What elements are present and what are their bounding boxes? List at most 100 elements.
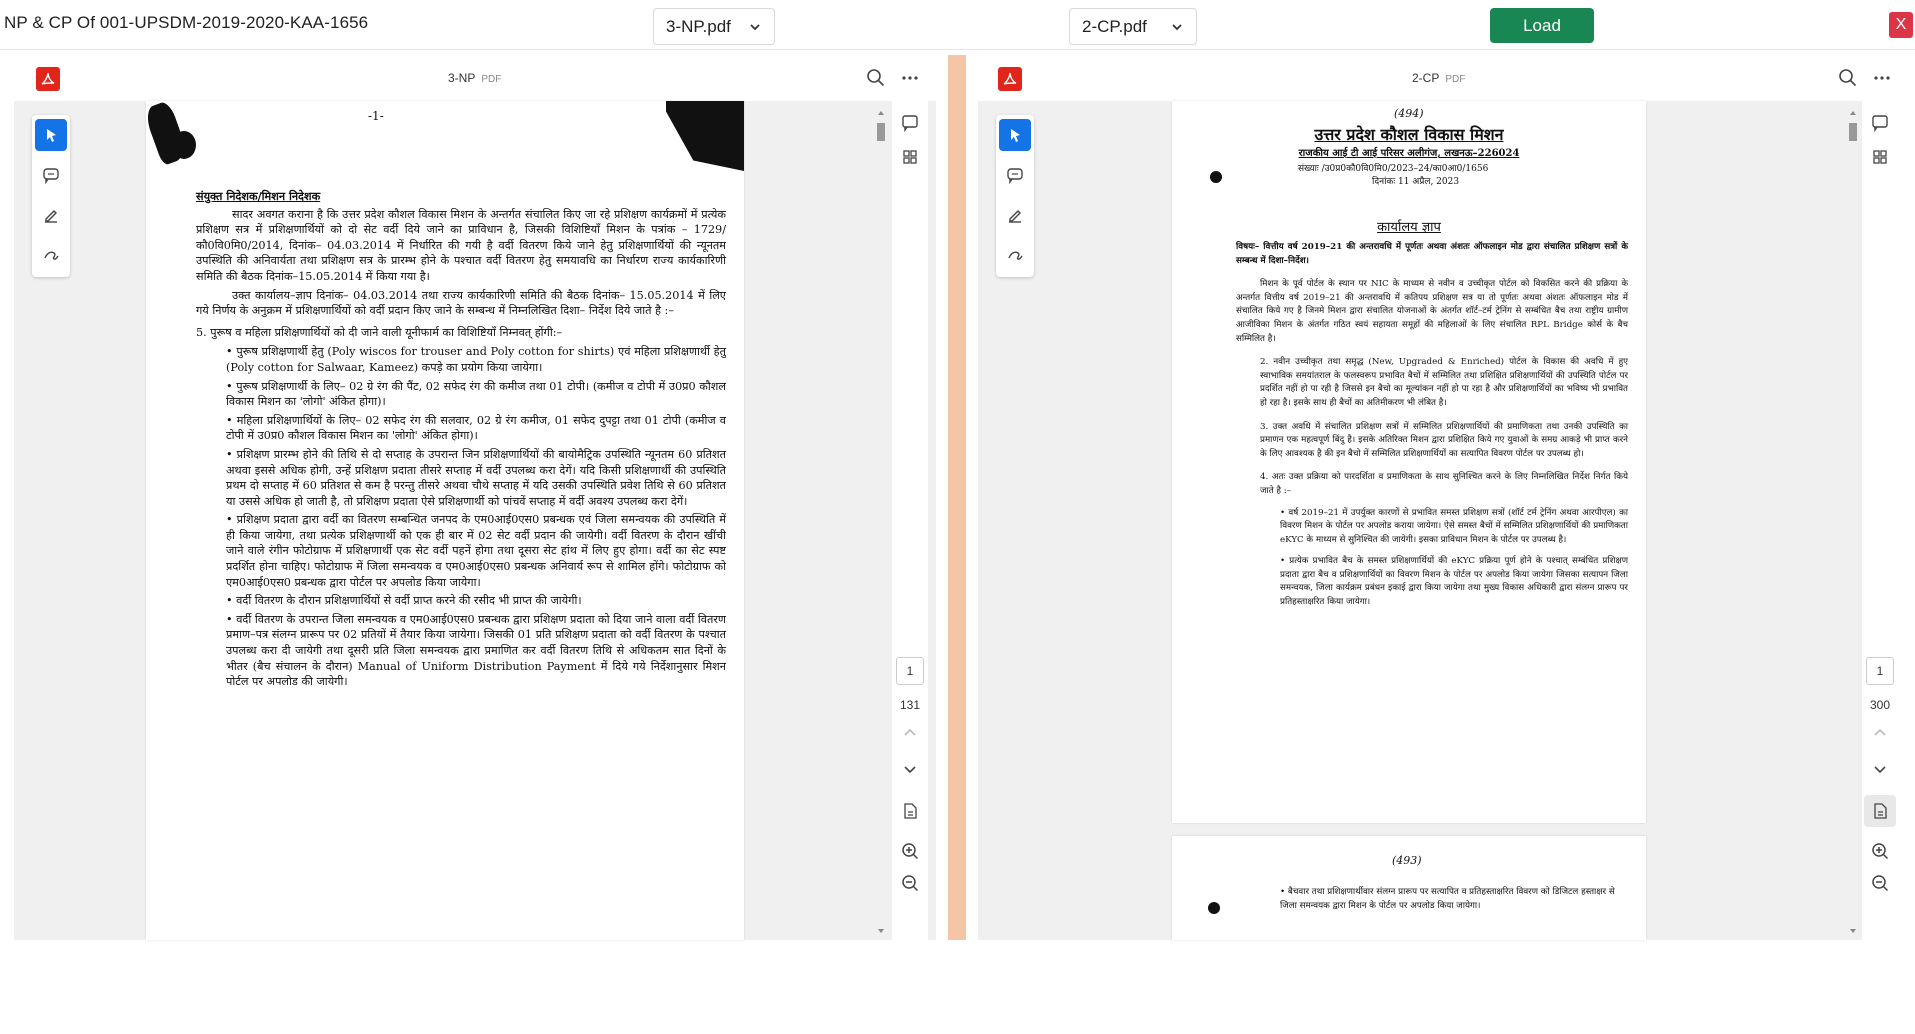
comment-panel-icon[interactable] [900, 113, 920, 133]
list-item: • प्रशिक्षण प्रारम्भ होने की तिथि से दो … [226, 447, 726, 508]
zoom-out-icon[interactable] [1870, 873, 1890, 893]
paragraph: 4. अतः उक्त प्रक्रिया को पारदर्शिता व प्… [1260, 472, 1628, 496]
list-item: • प्रत्येक प्रभावित बैच के समस्त प्रशिक्… [1280, 556, 1628, 608]
load-button[interactable]: Load [1490, 8, 1594, 43]
paragraph: उक्त कार्यालय–ज्ञाप दिनांक– 04.03.2014 त… [196, 288, 726, 318]
scroll-thumb[interactable] [1849, 123, 1857, 141]
search-icon[interactable] [1838, 68, 1858, 88]
draw-tool-button[interactable] [999, 239, 1031, 271]
left-viewer-area: -1- संयुक्त निदेशक/मिशन निदेशक सादर अवगत… [14, 101, 936, 940]
comment-tool-button[interactable] [35, 159, 67, 191]
comment-tool-button[interactable] [999, 159, 1031, 191]
comment-panel-icon[interactable] [1870, 113, 1890, 133]
right-pdf-toolbar: 2-CP PDF [978, 55, 1898, 101]
select-tool-button[interactable] [35, 119, 67, 151]
scan-corner-shadow [666, 101, 744, 171]
comment-icon [1007, 168, 1023, 184]
list-item: • बैचवार तथा प्रशिक्षणार्थीवार संलग्न प्… [1280, 887, 1615, 911]
select-tool-icon [1011, 129, 1020, 142]
scan-artifact [1210, 171, 1222, 183]
chevron-down-icon[interactable] [1870, 759, 1890, 779]
right-pdf-pane: 2-CP PDF (494) उत्तर प्रदेश कौशल विकास मि… [978, 55, 1898, 940]
list-item: • पुरूष प्रशिक्षणार्थी हेतु (Poly wiscos… [226, 345, 726, 374]
bullet-list: • पुरूष प्रशिक्षणार्थी हेतु (Poly wiscos… [196, 344, 726, 689]
left-doc-title: 3-NP [448, 71, 476, 85]
page-fit-icon[interactable] [900, 801, 920, 821]
draw-icon [44, 251, 59, 260]
paragraph: 2. नवीन उच्चीकृत तथा समृद्ध (New, Upgrad… [1260, 357, 1628, 408]
chevron-down-icon[interactable] [900, 759, 920, 779]
more-icon[interactable] [1872, 68, 1892, 88]
right-doc-ext: PDF [1445, 74, 1466, 85]
org-address: राजकीय आई टी आई परिसर अलीगंज, लखनऊ–22602… [1298, 148, 1520, 159]
list-item: • वर्दी वितरण के उपरान्त जिला समन्वयक व … [226, 612, 726, 689]
right-page-body: विषयः– वित्तीय वर्ष 2019–21 की अन्तरावधि… [1236, 241, 1628, 614]
chevron-up-icon[interactable] [900, 723, 920, 743]
zoom-in-icon[interactable] [1870, 841, 1890, 861]
page-number-mark: (493) [1392, 854, 1422, 867]
current-page-input[interactable]: 1 [1866, 657, 1894, 685]
close-button[interactable]: X [1889, 12, 1913, 38]
left-page-body: संयुक्त निदेशक/मिशन निदेशक सादर अवगत करा… [196, 189, 726, 693]
search-icon[interactable] [866, 68, 886, 88]
left-pdf-pane: 3-NP PDF -1- संयुक्त निदेशक/मिशन निदेशक … [14, 55, 936, 940]
total-pages: 131 [899, 698, 921, 712]
page-fit-icon [1874, 803, 1887, 819]
list-item: • महिला प्रशिक्षणार्थियों के लिए– 02 सफे… [226, 413, 726, 443]
acrobat-logo-icon [998, 67, 1022, 91]
pane-splitter[interactable] [948, 55, 966, 940]
select-tool-icon [47, 129, 56, 142]
select-tool-button[interactable] [999, 119, 1031, 151]
grid-icon[interactable] [1870, 147, 1890, 167]
scroll-thumb[interactable] [877, 123, 885, 141]
page-fit-button[interactable] [1864, 795, 1896, 827]
current-page-input[interactable]: 1 [896, 657, 924, 685]
list-item: • प्रशिक्षण प्रदाता द्वारा वर्दी का वितर… [226, 513, 726, 589]
reference-number: संख्याः /उ0प्र0कौ0वि0मि0/2023–24/का0आ0/1… [1298, 164, 1489, 174]
highlight-tool-button[interactable] [999, 199, 1031, 231]
left-pdf-toolbar: 3-NP PDF [14, 55, 936, 101]
chevron-up-icon[interactable] [1870, 723, 1890, 743]
chevron-down-icon [1172, 23, 1182, 30]
org-title: उत्तर प्रदेश कौशल विकास मिशन [1314, 125, 1504, 144]
left-select-value: 3-NP.pdf [666, 16, 731, 36]
right-viewer-area: (494) उत्तर प्रदेश कौशल विकास मिशन राजकी… [978, 101, 1898, 940]
right-pdf-page: (494) उत्तर प्रदेश कौशल विकास मिशन राजकी… [1172, 101, 1646, 823]
paragraph: सादर अवगत कराना है कि उत्तर प्रदेश कौशल … [196, 207, 726, 283]
scroll-up-icon[interactable] [876, 109, 886, 117]
more-icon[interactable] [900, 68, 920, 88]
paragraph: 3. उक्त अवधि में संचालित प्रशिक्षण सत्रो… [1260, 421, 1628, 459]
right-right-rail: 1 300 [1862, 101, 1898, 940]
right-select-value: 2-CP.pdf [1082, 16, 1147, 36]
chevron-down-icon [750, 23, 760, 30]
draw-tool-button[interactable] [35, 239, 67, 271]
left-doc-ext: PDF [481, 74, 502, 85]
highlight-tool-button[interactable] [35, 199, 67, 231]
top-bar: NP & CP Of 001-UPSDM-2019-2020-KAA-1656 … [0, 0, 1915, 50]
scroll-down-icon[interactable] [876, 927, 886, 935]
left-scrollbar[interactable] [876, 109, 886, 935]
left-document-select[interactable]: 3-NP.pdf [653, 8, 775, 45]
document-date: दिनांकः 11 अप्रैल, 2023 [1372, 177, 1460, 187]
zoom-out-icon[interactable] [900, 873, 920, 893]
section-heading: 5. पुरूष व महिला प्रशिक्षणार्थियों को दी… [196, 325, 563, 339]
right-scrollbar[interactable] [1848, 109, 1858, 935]
app-title: NP & CP Of 001-UPSDM-2019-2020-KAA-1656 [4, 13, 369, 32]
right-annotation-toolbar [996, 115, 1034, 277]
subject-line: विषयः– वित्तीय वर्ष 2019–21 की अन्तरावधि… [1236, 242, 1628, 266]
right-document-name: 2-CP PDF [1412, 71, 1465, 85]
paragraph: मिशन के पूर्व पोर्टल के स्थान पर NIC के … [1236, 279, 1628, 344]
bullet-list: • वर्ष 2019–21 में उपर्युक्त कारणों से प… [1236, 507, 1628, 610]
scroll-down-icon[interactable] [1848, 927, 1858, 935]
scan-artifact [172, 131, 196, 159]
total-pages: 300 [1869, 698, 1891, 712]
right-document-select[interactable]: 2-CP.pdf [1069, 8, 1197, 45]
grid-icon[interactable] [900, 147, 920, 167]
list-item: • वर्ष 2019–21 में उपर्युक्त कारणों से प… [1280, 507, 1628, 545]
left-document-name: 3-NP PDF [448, 71, 501, 85]
highlight-icon [45, 210, 57, 223]
page-number-mark: (494) [1394, 107, 1424, 120]
zoom-in-icon[interactable] [900, 841, 920, 861]
comment-icon [43, 168, 59, 184]
scroll-up-icon[interactable] [1848, 109, 1858, 117]
